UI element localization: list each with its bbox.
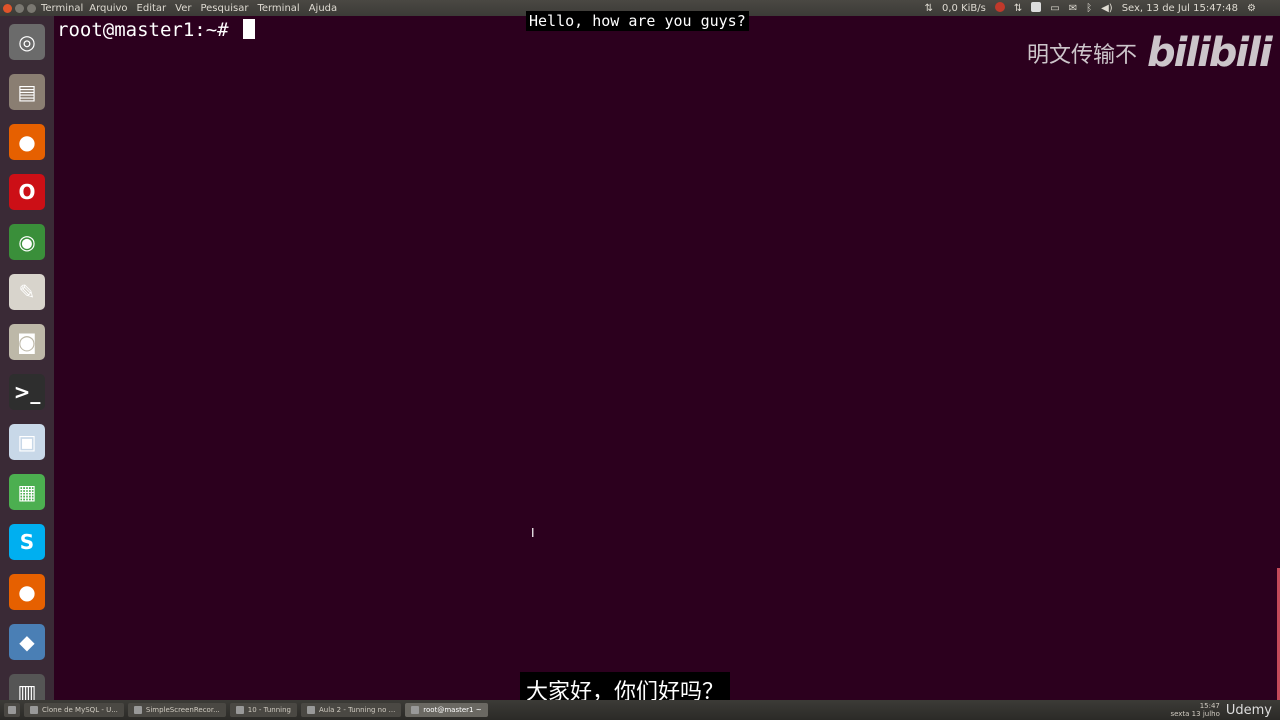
launcher-item[interactable]: >_ [5, 370, 49, 414]
input-method-icon[interactable] [1031, 1, 1042, 15]
firefox-icon: ● [9, 124, 45, 160]
bilibili-logo: bilibili [1147, 30, 1273, 76]
launcher-item[interactable]: ◙ [5, 320, 49, 364]
power-gear-icon[interactable]: ⚙ [1247, 3, 1256, 14]
transfer-arrows-icon[interactable]: ⇅ [925, 3, 933, 14]
record-icon[interactable] [994, 1, 1005, 15]
menu-ajuda[interactable]: Ajuda [309, 3, 337, 14]
taskbar-task[interactable]: 10 - Tunning [229, 703, 297, 717]
text-editor-icon: ✎ [9, 274, 45, 310]
taskbar-task-label: SimpleScreenRecor... [145, 706, 220, 714]
window-icon [306, 706, 315, 714]
terminal-icon: >_ [9, 374, 45, 410]
taskbar-clock: 15:47 sexta 13 julho [1170, 702, 1219, 718]
window-icon [133, 706, 142, 714]
chrome-icon: ◉ [9, 224, 45, 260]
taskbar-clock-date: sexta 13 julho [1170, 710, 1220, 718]
launcher-item[interactable]: ▣ [5, 420, 49, 464]
taskbar: Clone de MySQL - U... SimpleScreenRecor..… [0, 700, 1280, 720]
subtitle-top: Hello, how are you guys? [526, 11, 749, 31]
watermark-text: 明文传输不 [1027, 43, 1138, 68]
menu-arquivo[interactable]: Arquivo [89, 3, 127, 14]
mail-icon[interactable]: ✉ [1069, 3, 1077, 14]
rhythmbox-icon: ◙ [9, 324, 45, 360]
opera-icon: O [9, 174, 45, 210]
launcher-item[interactable]: ▤ [5, 70, 49, 114]
network-speed[interactable]: 0,0 KiB/s [942, 3, 986, 14]
launcher-item[interactable]: S [5, 520, 49, 564]
launcher-item[interactable]: ● [5, 120, 49, 164]
udemy-logo: Udemy [1225, 702, 1272, 718]
bluetooth-icon[interactable]: ᛒ [1086, 3, 1092, 14]
files-icon: ▤ [9, 74, 45, 110]
indicator-area: ⇅ 0,0 KiB/s ⇅ ▭ ✉ ᛒ ◀) Sex, 13 de Jul 15… [916, 1, 1256, 15]
terminal-area[interactable]: root@master1:~# I [54, 16, 1280, 700]
taskbar-task[interactable]: Aula 2 - Tunning no ... [300, 703, 402, 717]
volume-icon[interactable]: ◀) [1101, 3, 1113, 14]
ubuntu-dash-icon: ◎ [9, 24, 45, 60]
window-icon [30, 706, 38, 714]
launcher-item[interactable]: ◉ [5, 220, 49, 264]
firefox-icon-2: ● [9, 574, 45, 610]
taskbar-task-label: 10 - Tunning [247, 706, 291, 714]
taskbar-task-label: Aula 2 - Tunning no ... [318, 706, 396, 714]
terminal-prompt-line: root@master1:~# [57, 19, 256, 41]
virtualbox-icon: ◆ [9, 624, 45, 660]
task-list: Clone de MySQL - U... SimpleScreenRecor..… [20, 703, 488, 717]
launcher-item[interactable]: ▦ [5, 470, 49, 514]
spreadsheet-icon: ▦ [9, 474, 45, 510]
skype-icon: S [9, 524, 45, 560]
taskbar-task[interactable]: root@master1 ~ [405, 703, 488, 717]
taskbar-task[interactable]: Clone de MySQL - U... [24, 703, 124, 717]
terminal-cursor [243, 19, 256, 39]
close-window-button[interactable] [3, 3, 12, 13]
maximize-window-button[interactable] [27, 3, 36, 13]
launcher-item[interactable]: ◎ [5, 20, 49, 64]
taskbar-tray: 15:47 sexta 13 julho Udemy [1170, 702, 1272, 718]
battery-icon[interactable]: ▭ [1050, 3, 1059, 14]
taskbar-task-label: Clone de MySQL - U... [42, 706, 118, 714]
taskbar-clock-time: 15:47 [1199, 702, 1220, 710]
prompt-text: root@master1:~# [57, 19, 241, 41]
menu-terminal[interactable]: Terminal [257, 3, 299, 14]
watermark: 明文传输不 bilibili [1027, 30, 1273, 76]
network-icon[interactable]: ⇅ [1014, 3, 1022, 14]
minimize-window-button[interactable] [15, 3, 24, 13]
menu-ver[interactable]: Ver [175, 3, 191, 14]
launcher-item[interactable]: ● [5, 570, 49, 614]
mouse-ibeam-cursor: I [531, 526, 535, 540]
menu-pesquisar[interactable]: Pesquisar [200, 3, 248, 14]
launcher-item[interactable]: ✎ [5, 270, 49, 314]
window-icon [411, 706, 420, 714]
launcher-item[interactable]: O [5, 170, 49, 214]
taskbar-task[interactable]: SimpleScreenRecor... [127, 703, 226, 717]
launcher-item[interactable]: ◆ [5, 620, 49, 664]
show-desktop-button[interactable] [4, 703, 20, 717]
launcher: ◎ ▤ ● O ◉ ✎ ◙ >_ ▣ ▦ S ● ◆ ▥ [0, 16, 55, 710]
image-viewer-icon: ▣ [9, 424, 45, 460]
window-controls [3, 3, 39, 13]
taskbar-task-label: root@master1 ~ [423, 706, 482, 714]
app-title: Terminal [41, 2, 84, 14]
menu-editar[interactable]: Editar [137, 3, 167, 14]
window-icon [235, 706, 244, 714]
clock[interactable]: Sex, 13 de Jul 15:47:48 [1122, 3, 1238, 14]
menu-bar: Arquivo Editar Ver Pesquisar Terminal Aj… [89, 3, 346, 14]
